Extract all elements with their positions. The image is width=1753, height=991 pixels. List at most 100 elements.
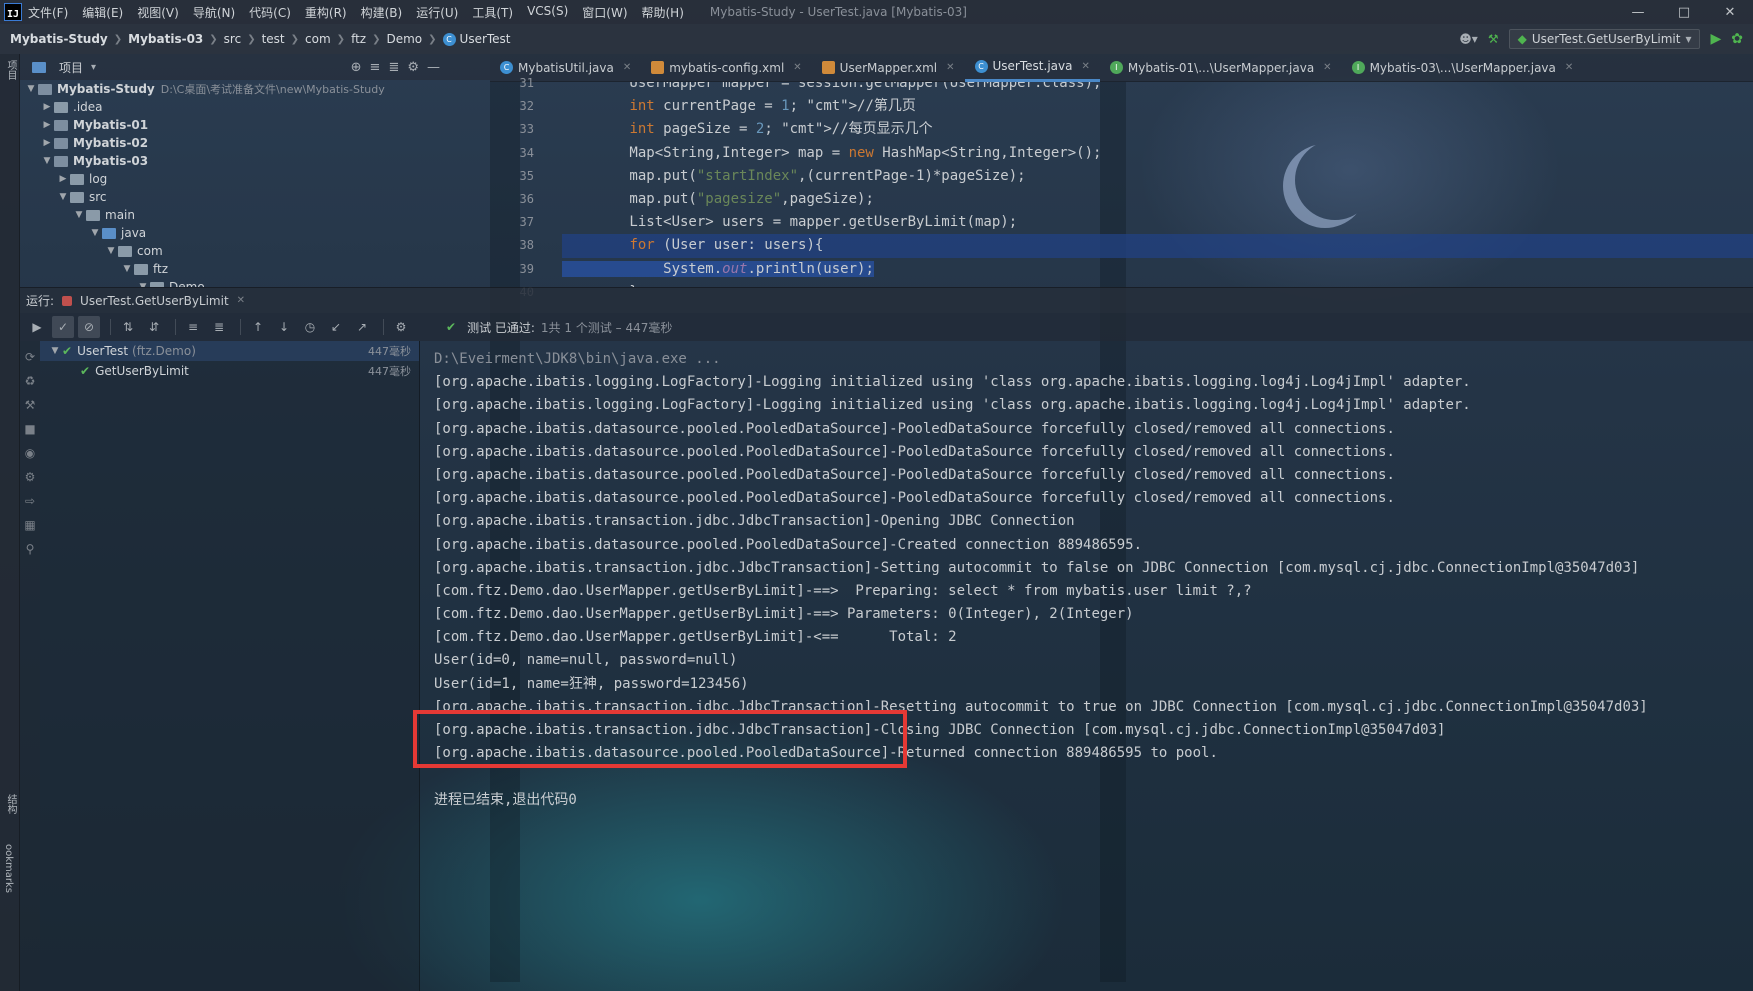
project-tree-item[interactable]: ▶ Mybatis-01	[20, 116, 490, 134]
code-line[interactable]: Map<String,Integer> map = new HashMap<St…	[562, 142, 1753, 165]
menu-item[interactable]: VCS(S)	[527, 4, 568, 21]
menu-item[interactable]: 编辑(E)	[82, 4, 123, 21]
menu-item[interactable]: 文件(F)	[28, 4, 68, 21]
sort-alphabetically-icon[interactable]: ⇅	[117, 316, 139, 338]
breadcrumb-item[interactable]: Mybatis-03	[128, 32, 203, 46]
rerun-icon[interactable]: ▶	[26, 316, 48, 338]
editor-tab[interactable]: I Mybatis-01\...\UserMapper.java ✕	[1100, 54, 1342, 82]
test-tree-item[interactable]: ✔ GetUserByLimit 447毫秒	[40, 361, 419, 381]
code-line[interactable]: System.out.println(user);	[562, 258, 1753, 281]
editor-tab[interactable]: UserMapper.xml ✕	[812, 54, 965, 82]
project-tool-window-button[interactable]: 项目	[3, 60, 18, 80]
breadcrumb-item[interactable]: Mybatis-Study	[10, 32, 108, 46]
sort-by-duration-icon[interactable]: ⇵	[143, 316, 165, 338]
locate-icon[interactable]: ⊕	[351, 60, 362, 75]
chevron-right-icon[interactable]: ▶	[40, 120, 54, 130]
chevron-down-icon[interactable]: ▼	[88, 228, 102, 238]
run-configuration-select[interactable]: ◆ UserTest.GetUserByLimit ▾	[1508, 29, 1701, 49]
collapse-all-icon[interactable]: ≣	[208, 316, 230, 338]
chevron-down-icon[interactable]: ▼	[40, 156, 54, 166]
breadcrumb-item[interactable]: Demo	[386, 32, 422, 46]
show-passed-icon[interactable]: ✓	[52, 316, 74, 338]
maximize-icon[interactable]: □	[1661, 0, 1707, 24]
structure-tool-window-button[interactable]: 结构	[3, 794, 18, 814]
menu-item[interactable]: 视图(V)	[137, 4, 179, 21]
code-line[interactable]: for (User user: users){	[562, 234, 1753, 258]
chevron-right-icon[interactable]: ▶	[40, 102, 54, 112]
bookmarks-tool-window-button[interactable]: ookmarks	[3, 844, 14, 893]
code-line[interactable]: map.put("startIndex",(currentPage-1)*pag…	[562, 165, 1753, 188]
menu-item[interactable]: 帮助(H)	[642, 4, 684, 21]
import-tests-icon[interactable]: ↙	[325, 316, 347, 338]
user-icon[interactable]: ☻▾	[1459, 32, 1478, 46]
project-tree-item[interactable]: ▼ Demo	[20, 278, 490, 287]
export-tests-icon[interactable]: ↗	[351, 316, 373, 338]
console-output[interactable]: D:\Eveirment\JDK8\bin\java.exe ... [org.a…	[420, 341, 1753, 991]
chevron-down-icon[interactable]: ▼	[72, 210, 86, 220]
close-icon[interactable]: ✕	[237, 295, 245, 306]
close-icon[interactable]: ✕	[623, 62, 631, 73]
camera-icon[interactable]: ◉	[20, 441, 40, 465]
settings-icon[interactable]: ⚙	[20, 465, 40, 489]
gear-icon[interactable]: ⚙	[390, 316, 412, 338]
minimize-icon[interactable]: —	[1615, 0, 1661, 24]
expand-all-icon[interactable]: ≡	[182, 316, 204, 338]
build-hammer-icon[interactable]: ⚒	[1488, 32, 1499, 46]
project-tree-item[interactable]: ▶ Mybatis-02	[20, 134, 490, 152]
wrench-icon[interactable]: ⚒	[20, 393, 40, 417]
menu-item[interactable]: 重构(R)	[305, 4, 347, 21]
next-failed-icon[interactable]: ↓	[273, 316, 295, 338]
chevron-down-icon[interactable]: ▼	[104, 246, 118, 256]
close-icon[interactable]: ✕	[946, 62, 954, 73]
code-line[interactable]: map.put("pagesize",pageSize);	[562, 188, 1753, 211]
project-view-select[interactable]: 项目	[59, 59, 83, 76]
chevron-right-icon[interactable]: ▶	[40, 138, 54, 148]
project-tree-item[interactable]: ▼ Mybatis-Study D:\C桌面\考试准备文件\new\Mybatis-…	[20, 80, 490, 98]
run-tab[interactable]: UserTest.GetUserByLimit	[80, 294, 229, 308]
code-line[interactable]: UserMapper mapper = session.getMapper(Us…	[562, 82, 1753, 95]
editor-tab[interactable]: I Mybatis-03\...\UserMapper.java ✕	[1342, 54, 1584, 82]
menu-item[interactable]: 工具(T)	[472, 4, 513, 21]
history-icon[interactable]: ◷	[299, 316, 321, 338]
rerun-failed-icon[interactable]: ⟳	[20, 345, 40, 369]
close-icon[interactable]: ✕	[1323, 62, 1331, 73]
code-editor[interactable]: UserMapper mapper = session.getMapper(Us…	[562, 82, 1753, 287]
debug-icon[interactable]: ✿	[1731, 31, 1743, 47]
editor-tab[interactable]: mybatis-config.xml ✕	[641, 54, 811, 82]
chevron-down-icon[interactable]: ▾	[91, 62, 96, 73]
breadcrumb-item[interactable]: UserTest	[460, 32, 511, 46]
code-line[interactable]: int currentPage = 1; "cmt">//第几页	[562, 95, 1753, 118]
expand-all-icon[interactable]: ≡	[370, 60, 381, 75]
pin-icon[interactable]: ⚲	[20, 537, 40, 561]
code-line[interactable]: List<User> users = mapper.getUserByLimit…	[562, 211, 1753, 234]
run-icon[interactable]: ▶	[1710, 31, 1721, 47]
menu-item[interactable]: 代码(C)	[249, 4, 291, 21]
close-icon[interactable]: ✕	[1081, 61, 1089, 72]
project-tree-item[interactable]: ▼ ftz	[20, 260, 490, 278]
close-icon[interactable]: ✕	[793, 62, 801, 73]
test-tree-item[interactable]: ▼ ✔ UserTest (ftz.Demo) 447毫秒	[40, 341, 419, 361]
menu-item[interactable]: 运行(U)	[416, 4, 458, 21]
close-icon[interactable]: ✕	[1565, 62, 1573, 73]
editor-tab[interactable]: C UserTest.java ✕	[964, 54, 1100, 82]
breadcrumb-item[interactable]: com	[305, 32, 331, 46]
project-tree-item[interactable]: ▶ log	[20, 170, 490, 188]
hide-panel-icon[interactable]: —	[427, 60, 440, 75]
chevron-down-icon[interactable]: ▼	[56, 192, 70, 202]
chevron-down-icon[interactable]: ▼	[120, 264, 134, 274]
exit-icon[interactable]: ⇨	[20, 489, 40, 513]
project-tree-item[interactable]: ▼ java	[20, 224, 490, 242]
gear-icon[interactable]: ⚙	[407, 60, 419, 75]
chevron-right-icon[interactable]: ▶	[56, 174, 70, 184]
project-tree-item[interactable]: ▼ main	[20, 206, 490, 224]
previous-failed-icon[interactable]: ↑	[247, 316, 269, 338]
menu-item[interactable]: 导航(N)	[193, 4, 235, 21]
code-line[interactable]: int pageSize = 2; "cmt">//每页显示几个	[562, 118, 1753, 141]
close-icon[interactable]: ✕	[1707, 0, 1753, 24]
show-ignored-icon[interactable]: ⊘	[78, 316, 100, 338]
breadcrumb-item[interactable]: ftz	[351, 32, 366, 46]
chevron-down-icon[interactable]: ▼	[48, 346, 62, 356]
menu-item[interactable]: 构建(B)	[361, 4, 403, 21]
project-tree-item[interactable]: ▼ Mybatis-03	[20, 152, 490, 170]
breadcrumb-item[interactable]: src	[224, 32, 242, 46]
